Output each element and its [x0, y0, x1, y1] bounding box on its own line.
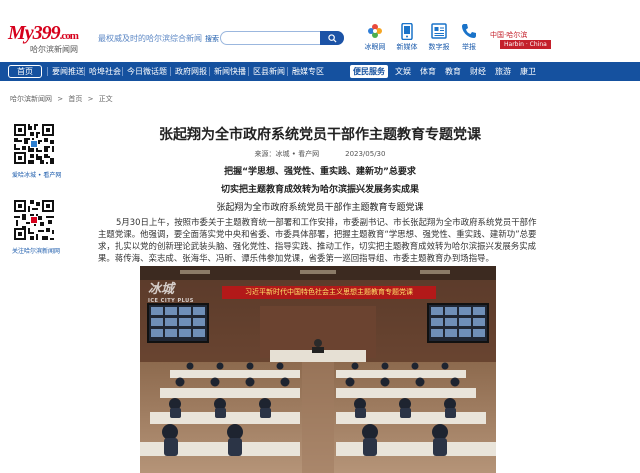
app-link-label: 新媒体 [396, 43, 418, 51]
qr-code-image [12, 122, 56, 166]
qr-label: 关注哈尔滨新闻网 [12, 248, 61, 255]
nav-item[interactable]: 教育 [445, 62, 461, 81]
flower-icon [366, 22, 384, 40]
app-link-label: 冰眼网 [364, 43, 386, 51]
site-slogan: 最权威及时的哈尔滨综合新闻 [98, 34, 202, 43]
nav-item[interactable]: 区县新闻 [253, 62, 285, 81]
nav-item[interactable]: 新闻快播 [214, 62, 246, 81]
breadcrumb-link-home[interactable]: 首页 [68, 95, 82, 103]
main-nav: 首页 要闻推送 哈埠社会 今日微话题 政府网报 新闻快播 区县新闻 融媒专区 便… [0, 62, 640, 81]
article-title: 张起翔为全市政府系统党员干部作主题教育专题党课 [159, 127, 481, 143]
nav-divider [84, 67, 85, 76]
logo-text: My399.com [8, 22, 79, 44]
nav-item[interactable]: 财经 [470, 62, 486, 81]
article-photo-caption: 张起翔为全市政府系统党员干部作主题教育专题党课 [216, 203, 424, 213]
article-subtitle: 把握“学思想、强党性、重实践、建新功”总要求 [224, 167, 416, 177]
app-link-report[interactable]: 举报 [452, 22, 486, 52]
qr-block-app: 爱哈冰城 • 看产网 [12, 122, 62, 179]
nav-divider [122, 67, 123, 76]
nav-item[interactable]: 哈埠社会 [89, 62, 121, 81]
breadcrumb: 哈尔滨新闻网 > 首页 > 正文 [10, 94, 116, 104]
qr-block-site: 关注哈尔滨新闻网 [12, 198, 61, 255]
city-badge: Harbin · China [500, 40, 551, 49]
article-body: 5月30日上午，按照市委关于主题教育统一部署和工作安排，市委副书记、市长张起翔为… [98, 217, 537, 263]
nav-item[interactable]: 要闻推送 [52, 62, 84, 81]
logo-subtitle: 哈尔滨新闻网 [30, 45, 78, 54]
app-link-newmedia[interactable]: 新媒体 [390, 22, 424, 52]
search-icon [327, 33, 337, 43]
app-link-bingyan[interactable]: 冰眼网 [358, 22, 392, 52]
breadcrumb-separator: > [87, 95, 94, 103]
nav-divider [287, 67, 288, 76]
app-link-epaper[interactable]: 数字报 [422, 22, 456, 52]
phone-icon [398, 22, 416, 40]
nav-divider [47, 67, 48, 76]
nav-divider [170, 67, 171, 76]
article-meta: 来源：冰城 • 看产网 2023/05/30 [150, 149, 490, 159]
telephone-icon [460, 22, 478, 40]
search-button[interactable] [320, 31, 344, 45]
nav-divider [209, 67, 210, 76]
nav-service[interactable]: 便民服务 [350, 65, 388, 78]
nav-home[interactable]: 首页 [8, 65, 42, 78]
qr-code-image [12, 198, 56, 242]
nav-item[interactable]: 今日微话题 [127, 62, 167, 81]
city-label: 中国·哈尔滨 [490, 31, 528, 39]
nav-item[interactable]: 旅游 [495, 62, 511, 81]
breadcrumb-separator: > [57, 95, 64, 103]
photo-watermark: 冰城 ICE CITY PLUS [148, 282, 194, 304]
nav-item[interactable]: 融媒专区 [292, 62, 324, 81]
search-label: 搜索 [205, 35, 219, 43]
article-photo: 冰城 ICE CITY PLUS 习近平新时代中国特色社会主义思想主题教育专题党… [140, 266, 496, 473]
app-link-label: 数字报 [428, 43, 450, 51]
site-header: My399.com 哈尔滨新闻网 最权威及时的哈尔滨综合新闻 搜索 冰眼网 新媒… [0, 0, 640, 60]
breadcrumb-link-site[interactable]: 哈尔滨新闻网 [10, 95, 52, 103]
breadcrumb-current: 正文 [98, 95, 113, 103]
nav-item[interactable]: 文娱 [395, 62, 411, 81]
meeting-banner: 习近平新时代中国特色社会主义思想主题教育专题党课 [222, 286, 436, 299]
article-date: 2023/05/30 [345, 150, 386, 158]
nav-divider [248, 67, 249, 76]
nav-item[interactable]: 体育 [420, 62, 436, 81]
site-logo[interactable]: My399.com 哈尔滨新闻网 [8, 22, 90, 54]
app-link-label: 举报 [462, 43, 476, 51]
newspaper-icon [430, 22, 448, 40]
article-subtitle: 切实把主题教育成效转为哈尔滨振兴发展务实成果 [220, 185, 419, 195]
nav-item[interactable]: 政府网报 [175, 62, 207, 81]
article-source: 来源：冰城 • 看产网 [254, 150, 320, 158]
qr-label: 爱哈冰城 • 看产网 [12, 172, 62, 179]
nav-item[interactable]: 康卫 [520, 62, 536, 81]
